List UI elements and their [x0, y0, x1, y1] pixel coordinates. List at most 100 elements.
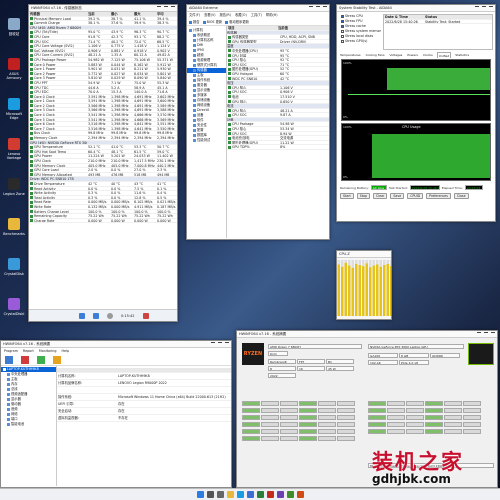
cpu-core-bars-window[interactable]: CPU-Z: [336, 250, 392, 320]
col-header[interactable]: 平均: [156, 12, 177, 16]
col-value[interactable]: 当前值: [277, 26, 327, 30]
desktop-icon[interactable]: 回收站: [3, 18, 25, 36]
sensor-table: Physical Memory Load 39.2 % 38.7 % 41.1 % 39…: [29, 17, 177, 224]
stability-button[interactable]: Start: [340, 193, 354, 199]
stress-option[interactable]: Stress GPU(s): [339, 39, 381, 44]
ryzen-icon[interactable]: [296, 491, 304, 498]
desktop-icon[interactable]: CrystalDiskI: [3, 298, 25, 316]
tree-item[interactable]: 性能测试: [187, 138, 226, 143]
aida-icon[interactable]: [266, 491, 274, 498]
window-controls[interactable]: [211, 342, 229, 346]
col-header[interactable]: 最小: [110, 12, 133, 16]
stability-test-window[interactable]: System Stability Test - AIDA64 Stress CP…: [336, 4, 496, 222]
menu-item[interactable]: 帮助(H): [266, 12, 278, 18]
checkbox-icon[interactable]: [341, 39, 344, 43]
stability-tab[interactable]: Temperatures: [339, 52, 362, 58]
stability-buttons: Start Stop Clear Save CPUID Preferences Close: [337, 192, 495, 200]
checkbox-checked-icon[interactable]: [341, 19, 344, 23]
core-bars-titlebar[interactable]: CPU-Z: [337, 251, 391, 258]
hwinfo-titlebar[interactable]: HWiNFO64 v7.16 - 传感器状态: [29, 5, 177, 12]
aida64-window[interactable]: AIDA64 Extreme 文件(F) 查看(V) 报告(R) 收藏(O) 工具(T)…: [186, 4, 330, 240]
checkbox-icon[interactable]: [341, 34, 344, 38]
stability-tab[interactable]: Clocks: [422, 52, 434, 58]
toolbar-button[interactable]: 驱动程序更新: [225, 19, 249, 24]
sensor-icon: [30, 196, 33, 200]
summary-icon[interactable]: [5, 356, 13, 364]
spec-field: 45 W: [326, 366, 354, 371]
window-controls[interactable]: [475, 6, 493, 10]
stability-tab[interactable]: Cooling Fans: [365, 52, 386, 58]
stability-tab[interactable]: Unified: [436, 52, 452, 58]
nav-left-icon[interactable]: [79, 312, 85, 319]
start-icon[interactable]: [196, 491, 204, 498]
log-row[interactable]: 2022/6/28 15:40:26 Stability Test: Start…: [384, 20, 492, 25]
menu-item[interactable]: Monitoring: [39, 348, 57, 354]
menu-item[interactable]: 收藏(O): [235, 12, 247, 18]
search-icon[interactable]: [206, 491, 214, 498]
item-value: 0.650 V: [280, 99, 293, 104]
menu-item[interactable]: Program: [4, 348, 18, 354]
menu-item[interactable]: 查看(V): [204, 12, 215, 18]
close-sensors-icon[interactable]: [142, 312, 149, 319]
menu-item[interactable]: 报告(R): [220, 12, 231, 18]
about-icon[interactable]: [53, 356, 61, 364]
menu-item[interactable]: 工具(T): [251, 12, 262, 18]
cpuz-icon[interactable]: [276, 491, 284, 498]
item-label: 图形处理器(GPU): [227, 67, 279, 71]
sensor-row[interactable]: Charge Rate 0.000 W 0.000 W 0.000 W 0.000 W: [29, 219, 177, 224]
spec-field: 8: [268, 366, 296, 371]
tree-icon: [189, 28, 192, 32]
desktop-icon[interactable]: Benchmarks: [3, 218, 25, 236]
summary-titlebar[interactable]: HWiNFO64 v7.16 - 系统摘要: [1, 341, 231, 348]
cpu-gpu-titlebar[interactable]: HWiNFO64 v7.16 - 系统摘要: [237, 331, 497, 338]
item-label: CPU 核心: [227, 127, 279, 131]
desktop-icon[interactable]: CrystalDisk: [3, 258, 25, 276]
stability-button[interactable]: Stop: [356, 193, 371, 199]
checkbox-checked-icon[interactable]: [341, 14, 344, 18]
stability-button[interactable]: CPUID: [407, 193, 424, 199]
col-header[interactable]: 传感器: [29, 12, 87, 16]
checkbox-checked-icon[interactable]: [341, 24, 344, 28]
summary-toolbar: [1, 354, 231, 366]
stability-button[interactable]: Close: [453, 193, 469, 199]
stability-tab[interactable]: Statistics: [454, 52, 470, 58]
task-view-icon[interactable]: [216, 491, 224, 498]
explorer-icon[interactable]: [226, 491, 234, 498]
tree-item[interactable]: 智能电池: [1, 422, 56, 427]
menu-item[interactable]: Report: [23, 348, 34, 354]
desktop-icon[interactable]: Lenovo Vantage: [3, 138, 25, 160]
window-controls[interactable]: [309, 6, 327, 10]
toolbar-button[interactable]: BIOS 更新: [202, 19, 222, 24]
stability-titlebar[interactable]: System Stability Test - AIDA64: [337, 5, 495, 12]
desktop-icon[interactable]: Microsoft Edge: [3, 98, 25, 120]
desktop-icon[interactable]: ASUS Armoury: [3, 58, 25, 80]
item-label: CPU SOC: [227, 113, 279, 117]
nav-right-icon[interactable]: [93, 312, 99, 319]
menu-item[interactable]: 文件(F): [189, 12, 200, 18]
gpuz-icon[interactable]: [286, 491, 294, 498]
checkbox-icon[interactable]: [341, 29, 344, 33]
stability-button[interactable]: Clear: [373, 193, 388, 199]
desktop-icon[interactable]: Legion Zone: [3, 178, 25, 196]
stability-button[interactable]: Preferences: [426, 193, 451, 199]
hwinfo-summary-window[interactable]: HWiNFO64 v7.16 - 系统摘要 Program Report Monit…: [0, 340, 232, 488]
core-usage-bar: [355, 263, 358, 316]
menu-item[interactable]: Help: [62, 348, 70, 354]
col-item[interactable]: 项目: [227, 26, 277, 30]
hwinfo-sensors-window[interactable]: HWiNFO64 v7.16 - 传感器状态 传感器 当前 最小 最大 平均 Physi…: [28, 4, 178, 322]
stability-tab[interactable]: Powers: [406, 52, 419, 58]
store-icon[interactable]: [246, 491, 254, 498]
sensors-icon[interactable]: [37, 356, 45, 364]
aida-titlebar[interactable]: AIDA64 Extreme: [187, 5, 329, 12]
save-report-icon[interactable]: [21, 356, 29, 364]
edge-icon[interactable]: [236, 491, 244, 498]
stability-tab[interactable]: Voltages: [389, 52, 404, 58]
hwinfo-icon[interactable]: [256, 491, 264, 498]
sensor-row[interactable]: GPU TDP% 8%: [227, 145, 329, 151]
col-header[interactable]: 当前: [87, 12, 110, 16]
window-controls[interactable]: [157, 6, 175, 10]
stability-button[interactable]: Save: [390, 193, 405, 199]
toolbar-button[interactable]: 报告: [189, 19, 200, 24]
window-controls[interactable]: [477, 332, 495, 336]
col-header[interactable]: 最大: [133, 12, 156, 16]
